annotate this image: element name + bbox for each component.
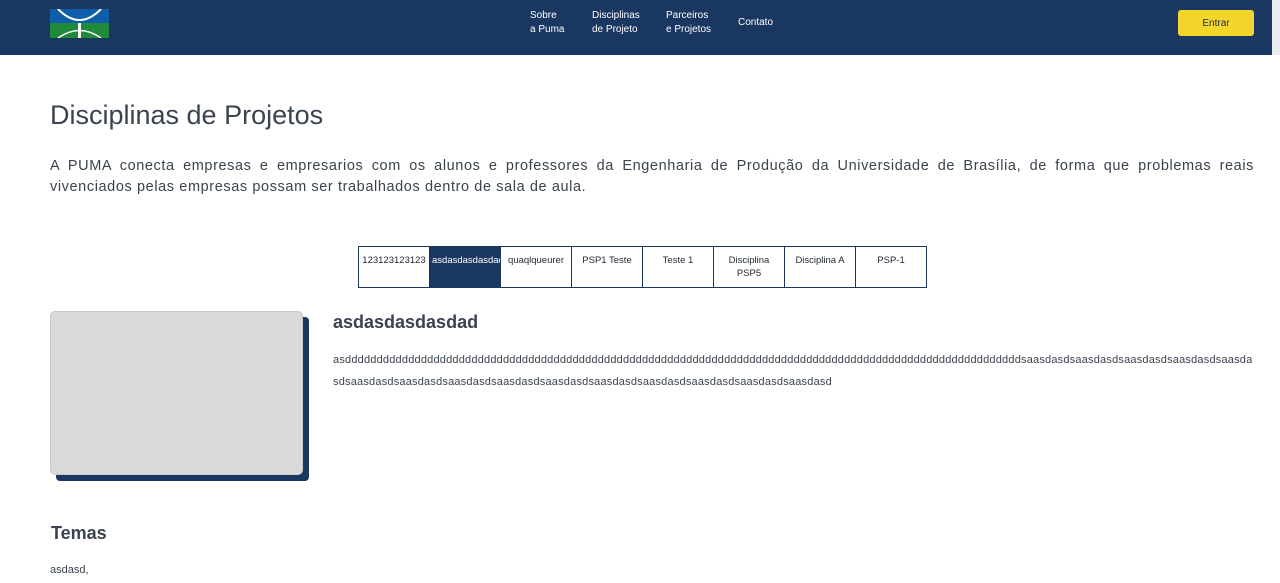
login-button[interactable]: Entrar <box>1178 10 1254 36</box>
nav-disciplinas-de-projeto[interactable]: Disciplinas de Projeto <box>592 9 640 37</box>
tab-disciplina-a[interactable]: Disciplina A <box>784 246 856 288</box>
tab-disciplina-psp5[interactable]: Disciplina PSP5 <box>713 246 785 288</box>
nav-label: e Projetos <box>666 24 712 35</box>
discipline-image-placeholder <box>50 311 303 475</box>
tab-label: Disciplina A <box>795 255 845 266</box>
nav-label: Contato <box>738 17 774 28</box>
discipline-title: asdasdasdasdad <box>333 312 479 332</box>
themes-heading: Temas <box>51 523 107 543</box>
discipline-description: asdddddddddddddddddddddddddddddddddddddd… <box>333 354 1253 388</box>
nav-contato[interactable]: Contato <box>738 16 773 30</box>
tab-label: PSP-1 <box>877 255 905 266</box>
nav-label: Parceiros <box>666 10 709 21</box>
nav-label: Disciplinas <box>592 10 640 21</box>
tab-label: PSP1 Teste <box>582 255 632 266</box>
tab-teste-1[interactable]: Teste 1 <box>642 246 714 288</box>
tab-label: 123123123123 <box>362 255 426 266</box>
nav-label: de Projeto <box>592 24 638 35</box>
themes-list: asdasd, <box>50 564 89 576</box>
top-navbar: Sobre a Puma Disciplinas de Projeto Parc… <box>0 0 1280 55</box>
tab-label: Teste 1 <box>662 255 694 266</box>
tab-label: Disciplina PSP5 <box>728 255 770 279</box>
nav-parceiros-e-projetos[interactable]: Parceiros e Projetos <box>666 9 711 37</box>
tab-asdasdasdasdad[interactable]: asdasdasdasdad <box>429 246 501 288</box>
scrollbar-edge <box>1272 0 1280 55</box>
nav-label: a Puma <box>530 24 565 35</box>
tab-label: quaqlqueurer <box>508 255 564 266</box>
tab-quaqlqueurer[interactable]: quaqlqueurer <box>500 246 572 288</box>
tab-psp-1[interactable]: PSP-1 <box>855 246 927 288</box>
nav-label: Sobre <box>530 10 557 21</box>
tab-label: asdasdasdasdad <box>432 255 501 266</box>
page-title: Disciplinas de Projetos <box>50 100 324 130</box>
nav-sobre-a-puma[interactable]: Sobre a Puma <box>530 9 564 37</box>
tab-123123123123[interactable]: 123123123123 <box>358 246 430 288</box>
tab-psp1-teste[interactable]: PSP1 Teste <box>571 246 643 288</box>
intro-paragraph: A PUMA conecta empresas e empresarios co… <box>50 158 1254 195</box>
unb-logo-icon[interactable] <box>50 9 109 38</box>
discipline-tabs: 123123123123 asdasdasdasdad quaqlqueurer… <box>358 246 927 288</box>
